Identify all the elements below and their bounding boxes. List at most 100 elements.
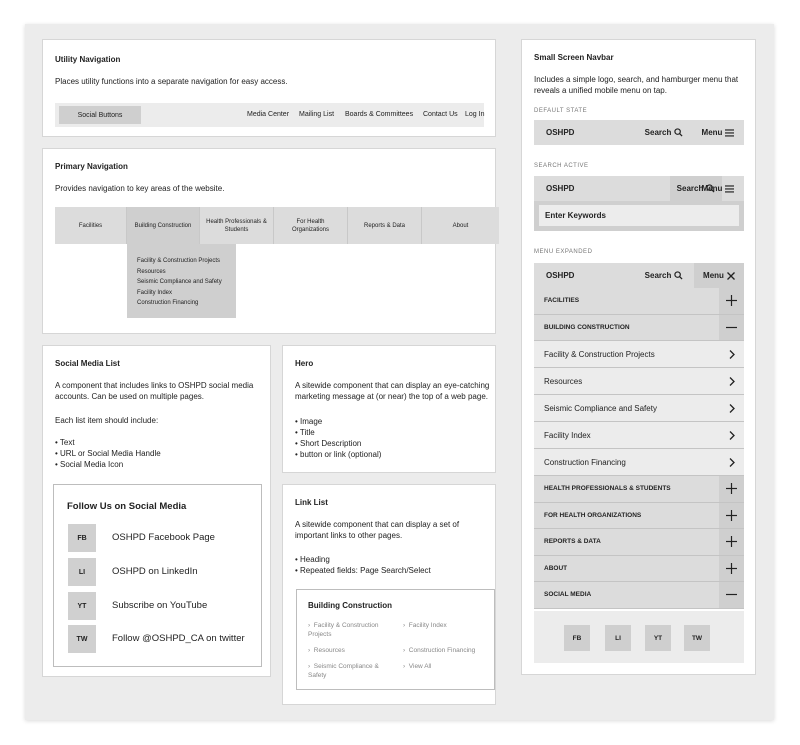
nav-item-reports-data[interactable]: Reports & Data — [348, 207, 422, 244]
social-link-text[interactable]: OSHPD on LinkedIn — [112, 558, 198, 586]
minus-icon[interactable] — [719, 582, 744, 608]
chevron-right-icon — [719, 449, 744, 475]
hero-bullets: • Image • Title • Short Description • bu… — [295, 416, 381, 460]
utility-link-log-in[interactable]: Log In — [465, 106, 484, 124]
mobile-menu-subitem[interactable]: Resources — [534, 368, 744, 395]
bullet-item: • Text — [55, 438, 75, 447]
social-box-title: Follow Us on Social Media — [67, 501, 187, 512]
nav-item-building-construction[interactable]: Building Construction — [127, 207, 200, 244]
card-title: Utility Navigation — [55, 55, 121, 64]
mobile-search-button[interactable]: Search — [638, 263, 690, 288]
primary-navigation-card: Primary Navigation Provides navigation t… — [42, 148, 499, 334]
card-title: Link List — [295, 498, 328, 507]
plus-icon[interactable] — [719, 502, 744, 528]
primary-nav-bar: Facilities Building Construction Health … — [55, 207, 499, 244]
link-list-item[interactable]: › Facility & Construction Projects — [308, 621, 393, 639]
mobile-menu-button[interactable]: Menu — [692, 176, 744, 201]
card-title: Primary Navigation — [55, 162, 128, 171]
link-list-text: View All — [408, 663, 432, 670]
nav-dropdown: Facility & Construction Projects Resourc… — [127, 244, 236, 318]
utility-link-media-center[interactable]: Media Center — [247, 106, 289, 124]
linkedin-icon: LI — [68, 558, 96, 586]
social-link-text[interactable]: Subscribe on YouTube — [112, 592, 207, 620]
mobile-menu-subitem[interactable]: Facility & Construction Projects — [534, 341, 744, 368]
youtube-icon: YT — [68, 592, 96, 620]
youtube-icon[interactable]: YT — [645, 625, 671, 651]
mobile-menu-category[interactable]: REPORTS & DATA — [534, 529, 744, 556]
dropdown-item[interactable]: Facility Index — [137, 288, 236, 299]
mobile-menu-button[interactable]: Menu — [692, 120, 744, 145]
social-link-text[interactable]: OSHPD Facebook Page — [112, 524, 215, 552]
link-list-text: Construction Financing — [408, 647, 476, 654]
nav-item-health-organizations[interactable]: For Health Organizations — [274, 207, 348, 244]
plus-icon[interactable] — [719, 476, 744, 502]
mobile-menu-button[interactable]: Menu — [694, 263, 744, 288]
nav-item-facilities[interactable]: Facilities — [55, 207, 127, 244]
mobile-menu-subitem[interactable]: Seismic Compliance and Safety — [534, 395, 744, 422]
card-title: Small Screen Navbar — [534, 53, 614, 62]
hamburger-icon — [725, 128, 735, 137]
mobile-menu-label: Resources — [544, 376, 583, 386]
link-list-item[interactable]: › Construction Financing — [403, 646, 495, 655]
plus-icon[interactable] — [719, 529, 744, 555]
twitter-icon[interactable]: TW — [684, 625, 710, 651]
mobile-logo[interactable]: OSHPD — [546, 120, 574, 145]
link-list-item[interactable]: › Seismic Compliance & Safety — [308, 662, 393, 680]
nav-item-about[interactable]: About — [422, 207, 499, 244]
nav-item-health-professionals[interactable]: Health Professionals & Students — [200, 207, 274, 244]
mobile-menu-label: ABOUT — [544, 564, 568, 572]
mobile-logo[interactable]: OSHPD — [546, 176, 574, 201]
minus-icon[interactable] — [719, 314, 744, 340]
card-description: Provides navigation to key areas of the … — [55, 184, 225, 193]
mobile-menu-subitem[interactable]: Facility Index — [534, 422, 744, 449]
menu-label: Menu — [701, 184, 723, 193]
close-icon — [726, 271, 735, 280]
dropdown-item[interactable]: Resources — [137, 267, 236, 278]
utility-link-contact-us[interactable]: Contact Us — [423, 106, 458, 124]
card-description: Includes a simple logo, search, and hamb… — [534, 75, 739, 95]
mobile-search-button[interactable]: Search — [638, 120, 690, 145]
mobile-menu-label: HEALTH PROFESSIONALS & STUDENTS — [544, 485, 671, 493]
mobile-menu-category[interactable]: FOR HEALTH ORGANIZATIONS — [534, 502, 744, 529]
chevron-right-icon — [719, 341, 744, 367]
mobile-menu-category[interactable]: BUILDING CONSTRUCTION — [534, 314, 744, 341]
utility-navigation-card: Utility Navigation Places utility functi… — [42, 39, 496, 137]
plus-icon[interactable] — [719, 555, 744, 581]
search-input[interactable]: Enter Keywords — [539, 205, 739, 226]
dropdown-item[interactable]: Construction Financing — [137, 298, 236, 309]
hamburger-icon — [725, 184, 735, 193]
link-list-item[interactable]: › Facility Index — [403, 621, 491, 630]
link-list-heading: Building Construction — [308, 601, 392, 610]
mobile-menu-label: FACILITIES — [544, 297, 580, 305]
link-list-text: Seismic Compliance & Safety — [308, 663, 379, 679]
mobile-logo[interactable]: OSHPD — [546, 263, 574, 288]
plus-icon[interactable] — [719, 288, 744, 314]
mobile-social-panel: FB LI YT TW — [534, 611, 744, 663]
link-list-text: Resources — [313, 647, 345, 654]
bullet-item: • URL or Social Media Handle — [55, 449, 161, 458]
dropdown-item[interactable]: Seismic Compliance and Safety — [137, 277, 236, 288]
mobile-navbar-expanded: OSHPD Search Menu — [534, 263, 744, 288]
link-list-item[interactable]: › Resources — [308, 646, 393, 655]
utility-link-mailing-list[interactable]: Mailing List — [299, 106, 334, 124]
utility-link-boards-committees[interactable]: Boards & Committees — [345, 106, 413, 124]
linkedin-icon[interactable]: LI — [605, 625, 631, 651]
mobile-menu-category[interactable]: HEALTH PROFESSIONALS & STUDENTS — [534, 476, 744, 503]
link-list-item[interactable]: › View All — [403, 662, 491, 671]
card-description: A sitewide component that can display a … — [295, 520, 460, 540]
facebook-icon[interactable]: FB — [564, 625, 590, 651]
bullet-item: • Title — [295, 428, 315, 437]
mobile-menu-label: Seismic Compliance and Safety — [544, 403, 657, 413]
mobile-menu-category[interactable]: SOCIAL MEDIA — [534, 582, 744, 609]
link-list-box: Building Construction › Facility & Const… — [296, 589, 495, 690]
social-link-text[interactable]: Follow @OSHPD_CA on twitter — [112, 625, 245, 653]
menu-label: Menu — [703, 271, 724, 280]
dropdown-item[interactable]: Facility & Construction Projects — [137, 256, 236, 267]
mobile-menu-category[interactable]: ABOUT — [534, 555, 744, 582]
mobile-menu-subitem[interactable]: Construction Financing — [534, 449, 744, 476]
mobile-menu-label: SOCIAL MEDIA — [544, 591, 592, 599]
facebook-icon: FB — [68, 524, 96, 552]
hero-card: Hero A sitewide component that can displ… — [282, 345, 496, 473]
card-description: A sitewide component that can display an… — [295, 381, 490, 401]
mobile-menu-category[interactable]: FACILITIES — [534, 288, 744, 315]
